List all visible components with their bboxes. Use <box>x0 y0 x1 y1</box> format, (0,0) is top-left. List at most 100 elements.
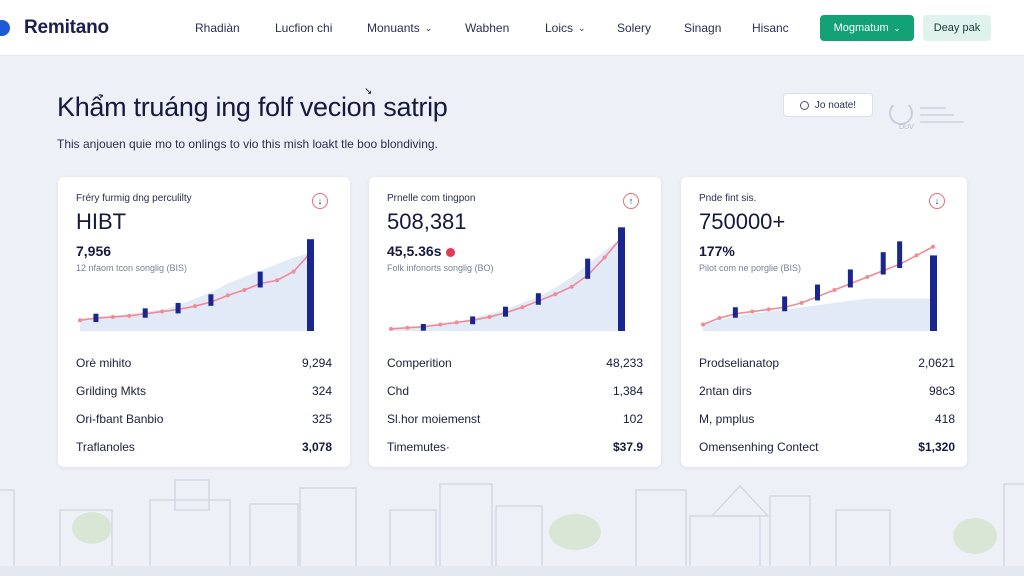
nav-item-label: Hisanc <box>752 21 789 35</box>
chart-point <box>914 253 919 258</box>
chevron-down-icon: ⌄ <box>578 22 586 33</box>
stat-row-value: 325 <box>311 412 332 426</box>
chart-bar <box>930 255 937 331</box>
chart-point <box>242 287 247 292</box>
chart-bar <box>175 302 181 314</box>
stat-row: Prodselianatop 2,0621 <box>699 349 955 377</box>
stat-row: Comperition 48,233 <box>387 349 643 377</box>
stat-row: 2ntan dirs 98c3 <box>699 377 955 405</box>
primary-dropdown-button[interactable]: Mogmatum ⌄ <box>820 15 914 41</box>
chart-bar <box>880 252 886 275</box>
chart-bar <box>420 323 426 331</box>
stat-row-value: 48,233 <box>606 356 643 370</box>
top-header: Remitano Rhadiàn Lucfion chi Monuants ⌄ W… <box>0 0 1024 56</box>
chart-point <box>487 314 492 319</box>
chart-bar <box>585 258 591 279</box>
stat-row-label: Timemutes· <box>387 440 450 454</box>
stat-card[interactable]: Fréry furmig dng perculilty HIBT 7,956 1… <box>58 177 350 467</box>
stat-row-value: $1,320 <box>918 440 955 454</box>
card-label: Fréry furmig dng perculilty <box>76 193 192 204</box>
stat-row-value: $37.9 <box>612 440 643 454</box>
nav-item-label: Loics <box>545 21 574 35</box>
card-chart <box>78 239 314 331</box>
chart-point <box>291 269 296 274</box>
stat-row: Ori-fbant Banbio 325 <box>76 405 332 433</box>
stat-row: Timemutes· $37.9 <box>387 433 643 461</box>
nav-item-monuants[interactable]: Monuants ⌄ <box>367 21 465 35</box>
chart-point <box>569 284 574 289</box>
stat-row-value: 418 <box>934 412 955 426</box>
chart-bar <box>208 294 214 306</box>
info-icon[interactable]: ↓ <box>929 193 945 209</box>
chart-bar <box>847 269 853 288</box>
chart-point <box>389 326 393 331</box>
chart-point <box>405 325 410 330</box>
chart-point <box>78 318 82 323</box>
nav-item-label: Rhadiàn <box>195 21 240 35</box>
info-icon[interactable]: ↓ <box>312 193 328 209</box>
nav-item-solery[interactable]: Solery <box>617 21 684 35</box>
search-button[interactable]: Jo noate! <box>783 93 873 117</box>
card-label: Pnde fint sis. <box>699 193 757 204</box>
card-stats-list: Prodselianatop 2,0621 2ntan dirs 98c3 M, p… <box>699 349 955 461</box>
stat-row: Grilding Mkts 324 <box>76 377 332 405</box>
stat-row-label: Traflanoles <box>76 440 135 454</box>
chart-point <box>454 320 459 325</box>
chevron-down-icon: ⌄ <box>893 23 901 33</box>
chart-point <box>750 309 755 314</box>
chart-bar <box>307 239 314 331</box>
stat-row: Omensenhing Contect $1,320 <box>699 433 955 461</box>
nav-item-loics[interactable]: Loics ⌄ <box>545 21 617 35</box>
chart-bar <box>142 308 148 318</box>
stat-row-value: 9,294 <box>301 356 332 370</box>
nav-item-wabhen[interactable]: Wabhen <box>465 21 545 35</box>
chart-area <box>391 238 621 331</box>
stat-row-label: Orè mihito <box>76 356 132 370</box>
stat-row-value: 324 <box>311 384 332 398</box>
chart-point <box>602 255 607 260</box>
stat-row: Sl.hor moiemenst 102 <box>387 405 643 433</box>
chart-bar <box>535 293 541 305</box>
logo[interactable]: Remitano <box>0 17 109 39</box>
chevron-down-icon: ⌄ <box>424 22 433 33</box>
stat-card[interactable]: Prnelle com tingpon 508,381 45,5.36s Fol… <box>369 177 661 467</box>
stat-row-value: 3,078 <box>301 440 332 454</box>
nav-item-rhadian[interactable]: Rhadiàn <box>195 21 275 35</box>
chart-bar <box>618 227 625 331</box>
loading-spinner-icon <box>889 101 913 125</box>
stat-row-label: Ori-fbant Banbio <box>76 412 164 426</box>
nav-item-lucfion[interactable]: Lucfion chi <box>275 21 367 35</box>
stat-card[interactable]: Pnde fint sis. 750000+ 177% Pilot com ne… <box>681 177 967 467</box>
search-icon <box>799 100 809 110</box>
logo-mark-icon <box>0 19 10 36</box>
chart-point <box>225 293 230 298</box>
chart-point <box>275 278 280 283</box>
stat-row-label: Grilding Mkts <box>76 384 147 398</box>
chart-point <box>520 305 525 310</box>
chart-bar <box>815 284 820 301</box>
stat-row-value: 102 <box>622 412 643 426</box>
chart-point <box>799 300 804 305</box>
city-skyline-illustration <box>0 479 1024 576</box>
chart-point <box>717 316 722 321</box>
nav-item-label: Monuants <box>367 21 420 35</box>
chart-point <box>865 275 870 279</box>
loading-placeholder <box>920 107 968 128</box>
chart-bar <box>897 241 903 269</box>
loader-label: DUV <box>899 124 914 131</box>
primary-button-label: Mogmatum <box>833 22 889 34</box>
page-title: Khẩm truáng ing folf vecion satrip <box>57 92 448 122</box>
title-mark-icon: ↘ <box>364 86 373 97</box>
stat-row-value: 1,384 <box>612 384 643 398</box>
chart-point <box>832 287 837 292</box>
logo-text: Remitano <box>24 16 109 38</box>
nav-item-hisanc[interactable]: Hisanc <box>752 21 812 35</box>
secondary-button[interactable]: Deay pak <box>923 15 991 41</box>
chart-bar <box>470 316 476 325</box>
chart-bar <box>257 271 263 288</box>
chart-bar <box>93 313 99 323</box>
info-icon[interactable]: ↑ <box>623 193 639 209</box>
nav-item-label: Sinagn <box>684 21 722 35</box>
chart-point <box>160 309 165 314</box>
nav-item-sinagn[interactable]: Sinagn <box>684 21 752 35</box>
